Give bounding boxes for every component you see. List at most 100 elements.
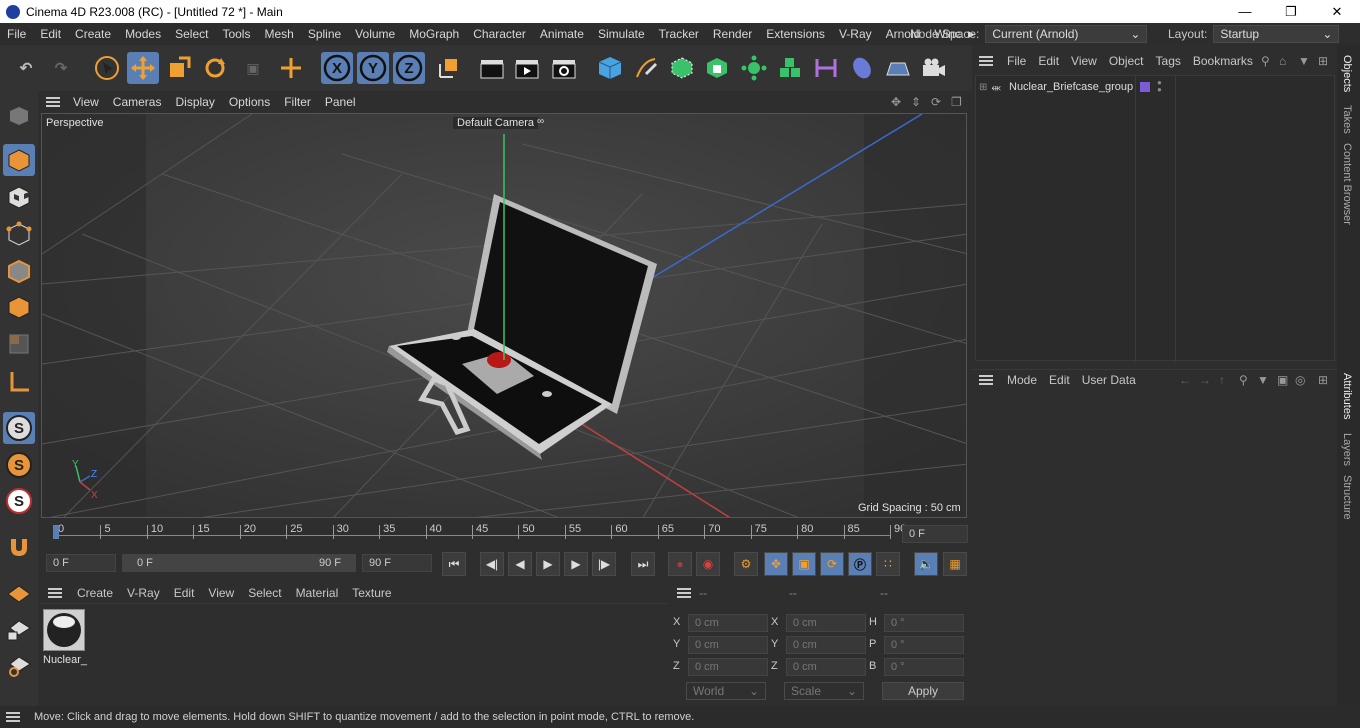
snap-button[interactable]: S — [3, 412, 35, 444]
status-menu-icon[interactable] — [6, 712, 20, 722]
tab-structure[interactable]: Structure — [1341, 475, 1353, 520]
previous-frame-button[interactable]: ◀ — [508, 552, 532, 576]
viewport-menu-view[interactable]: View — [66, 95, 106, 109]
objects-menu-icon[interactable] — [979, 56, 993, 66]
key-rotation-button[interactable]: ⟳ — [820, 552, 844, 576]
pen-tool-button[interactable] — [630, 52, 662, 84]
material-menu-vray[interactable]: V-Ray — [120, 586, 167, 600]
frame-range-slider[interactable]: 0 F 90 F — [122, 554, 356, 572]
attr-new-window-icon[interactable]: ⊞ — [1318, 373, 1328, 387]
camera-label[interactable]: Default Camera — [453, 117, 539, 129]
key-parameter-button[interactable]: Ⓟ — [848, 552, 872, 576]
camera-link-icon[interactable]: ∞ — [537, 116, 544, 127]
extrude-button[interactable] — [701, 52, 733, 84]
snap-settings-button[interactable]: S — [3, 449, 35, 481]
uv-mode-button[interactable] — [3, 328, 35, 360]
move-alt-button[interactable] — [275, 52, 307, 84]
new-window-icon[interactable]: ⊞ — [1318, 54, 1328, 68]
close-icon[interactable]: ✕ — [1314, 0, 1360, 23]
y-axis-button[interactable]: Y — [357, 52, 389, 84]
node-space-dropdown[interactable]: Current (Arnold) ⌄ — [985, 25, 1148, 43]
up-arrow-icon[interactable]: ↑ — [1219, 373, 1225, 387]
workplane-button[interactable] — [3, 577, 35, 609]
play-button[interactable]: ▶ — [536, 552, 560, 576]
render-view-button[interactable] — [476, 52, 508, 84]
edge-mode-button[interactable] — [3, 255, 35, 287]
move-tool-button[interactable] — [127, 52, 159, 84]
back-arrow-icon[interactable]: ← — [1179, 373, 1191, 387]
next-key-button[interactable]: |▶ — [592, 552, 616, 576]
coord-value-field[interactable]: 0 cm — [786, 658, 866, 676]
axis-mode-button[interactable] — [3, 366, 35, 398]
texture-mode-button[interactable] — [3, 181, 35, 213]
home-icon[interactable]: ⌂ — [1279, 54, 1286, 68]
coord-value-field[interactable]: 0 cm — [786, 636, 866, 654]
cloner-button[interactable] — [738, 52, 770, 84]
planar-workplane-button[interactable] — [3, 649, 35, 681]
menu-edit[interactable]: Edit — [33, 27, 68, 41]
menu-animate[interactable]: Animate — [533, 27, 591, 41]
menu-file[interactable]: File — [0, 27, 33, 41]
menu-extensions[interactable]: Extensions — [759, 27, 832, 41]
object-row[interactable]: ⊞ ⬺ Nuclear_Briefcase_group ● ● — [976, 78, 1334, 96]
redo-button[interactable]: ↷ — [45, 52, 77, 84]
menu-tools[interactable]: Tools — [215, 27, 257, 41]
previous-key-button[interactable]: ◀| — [480, 552, 504, 576]
undo-button[interactable]: ↶ — [10, 52, 42, 84]
coord-value-field[interactable]: 0 cm — [688, 658, 768, 676]
search-icon[interactable]: ⚲ — [1261, 54, 1270, 68]
coord-value-field[interactable]: 0 cm — [688, 614, 768, 632]
material-menu-icon[interactable] — [48, 587, 62, 598]
coordinates-menu-icon[interactable] — [677, 588, 691, 598]
attributes-menu-mode[interactable]: Mode — [1001, 373, 1043, 387]
3d-viewport[interactable]: Perspective Default Camera ∞ Grid Spacin… — [41, 113, 967, 518]
filter-icon[interactable]: ▼ — [1298, 54, 1310, 68]
object-name[interactable]: Nuclear_Briefcase_group — [1009, 81, 1133, 93]
camera-button[interactable] — [918, 52, 950, 84]
group-tag-icon[interactable] — [1140, 82, 1150, 92]
key-pla-button[interactable]: ∷ — [876, 552, 900, 576]
recent-tool-button[interactable]: ▣ — [237, 52, 269, 84]
record-keys-button[interactable]: ● — [668, 552, 692, 576]
autokey-button[interactable]: ◉ — [696, 552, 720, 576]
film-button[interactable]: ▦ — [943, 552, 967, 576]
workplane-snap-button[interactable]: S — [3, 485, 35, 517]
visibility-dots-icon[interactable]: ● ● — [1157, 79, 1162, 94]
viewport-nav-zoom-icon[interactable]: ⇕ — [911, 95, 921, 109]
end-frame-field[interactable]: 90 F — [362, 554, 432, 572]
objects-menu-view[interactable]: View — [1065, 54, 1103, 68]
target-icon[interactable]: ◎ — [1295, 373, 1305, 387]
render-settings-button[interactable] — [548, 52, 580, 84]
coord-value-field[interactable]: 0 cm — [688, 636, 768, 654]
apply-button[interactable]: Apply — [882, 682, 964, 700]
z-axis-button[interactable]: Z — [393, 52, 425, 84]
objects-menu-bookmarks[interactable]: Bookmarks — [1187, 54, 1259, 68]
x-axis-button[interactable]: X — [321, 52, 353, 84]
viewport-nav-rotate-icon[interactable]: ⟳ — [931, 95, 941, 109]
expand-icon[interactable]: ⊞ — [979, 82, 987, 93]
viewport-menu-filter[interactable]: Filter — [277, 95, 318, 109]
material-menu-edit[interactable]: Edit — [167, 586, 202, 600]
scale-tool-button[interactable] — [163, 52, 195, 84]
start-frame-field[interactable]: 0 F — [46, 554, 116, 572]
scale-dropdown[interactable]: Scale ⌄ — [784, 682, 864, 700]
menu-volume[interactable]: Volume — [348, 27, 402, 41]
viewport-menu-icon[interactable] — [46, 96, 60, 107]
sound-button[interactable]: 🔈 — [914, 552, 938, 576]
tab-content-browser[interactable]: Content Browser — [1341, 143, 1353, 225]
menu-render[interactable]: Render — [706, 27, 759, 41]
material-menu-view[interactable]: View — [201, 586, 241, 600]
deformer-button[interactable] — [810, 52, 842, 84]
tab-objects[interactable]: Objects — [1341, 55, 1353, 92]
coord-value-field[interactable]: 0 ° — [884, 636, 964, 654]
viewport-menu-options[interactable]: Options — [222, 95, 277, 109]
material-thumbnail[interactable] — [43, 609, 85, 651]
rotate-tool-button[interactable] — [199, 52, 231, 84]
tab-takes[interactable]: Takes — [1341, 105, 1353, 134]
menu-mograph[interactable]: MoGraph — [402, 27, 466, 41]
cube-button[interactable] — [594, 52, 626, 84]
attr-filter-icon[interactable]: ▼ — [1257, 373, 1269, 387]
coord-value-field[interactable]: 0 cm — [786, 614, 866, 632]
objects-menu-tags[interactable]: Tags — [1150, 54, 1187, 68]
timeline-ruler[interactable]: 0 5 10 15 20 25 30 35 40 45 50 55 60 65 70 75 80 85 90 0 F — [40, 521, 970, 547]
